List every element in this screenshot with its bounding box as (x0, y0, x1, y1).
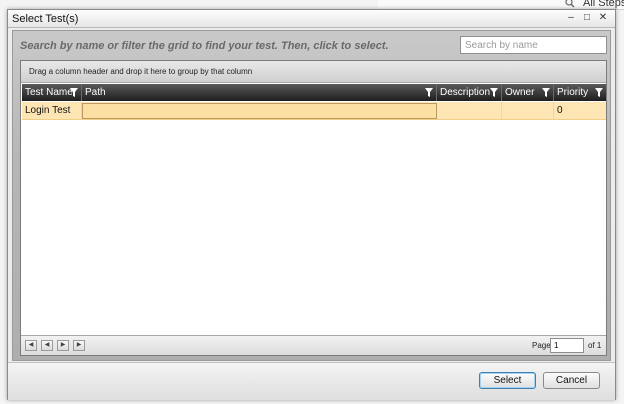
search-input[interactable] (460, 36, 607, 54)
last-page-button[interactable]: ▶ (73, 340, 85, 351)
cell-test-name[interactable]: Login Test (22, 102, 82, 120)
column-header-owner[interactable]: Owner (502, 84, 554, 101)
table-row[interactable]: Login Test 0 (22, 102, 606, 120)
filter-icon[interactable] (542, 88, 550, 97)
window-controls: – □ ✕ (565, 12, 609, 24)
dialog-title: Select Test(s) (12, 13, 79, 25)
filter-icon[interactable] (425, 88, 433, 97)
first-page-button[interactable]: ◀ (25, 340, 37, 351)
grid-pager: ◀ ◀ ▶ ▶ Page of 1 (21, 335, 606, 355)
column-header-test-name[interactable]: Test Name (22, 84, 82, 101)
filter-icon[interactable] (490, 88, 498, 97)
tests-grid: Drag a column header and drop it here to… (20, 60, 607, 356)
select-button[interactable]: Select (479, 372, 536, 389)
cell-owner[interactable] (502, 102, 554, 120)
all-steps-label[interactable]: All Steps (583, 0, 624, 9)
column-header-label: Path (85, 87, 106, 98)
close-icon[interactable]: ✕ (597, 12, 609, 24)
minimize-icon[interactable]: – (565, 12, 577, 24)
column-header-description[interactable]: Description (437, 84, 502, 101)
column-header-path[interactable]: Path (82, 84, 437, 101)
page-number-input[interactable] (550, 338, 584, 353)
cell-description[interactable] (437, 102, 502, 120)
cancel-button[interactable]: Cancel (543, 372, 600, 389)
search-icon (565, 0, 575, 8)
column-header-label: Priority (557, 87, 589, 98)
page-count-label: of 1 (588, 341, 602, 350)
group-by-panel[interactable]: Drag a column header and drop it here to… (21, 61, 606, 83)
previous-page-button[interactable]: ◀ (41, 340, 53, 351)
dialog-content: Search by name or filter the grid to fin… (12, 30, 611, 361)
select-tests-dialog: Select Test(s) – □ ✕ Search by name or f… (7, 9, 616, 400)
column-header-label: Owner (505, 87, 535, 98)
column-header-label: Description (440, 87, 491, 98)
column-header-label: Test Name (25, 87, 73, 98)
page-label: Page (532, 341, 551, 350)
next-page-button[interactable]: ▶ (57, 340, 69, 351)
filter-icon[interactable] (70, 88, 78, 97)
cell-path[interactable] (82, 103, 437, 119)
column-header-priority[interactable]: Priority (554, 84, 606, 101)
grid-header-row: Test Name Path Description Owner Priorit… (22, 84, 606, 101)
group-panel-text: Drag a column header and drop it here to… (29, 67, 253, 76)
dialog-footer: Select Cancel (8, 362, 615, 400)
maximize-icon[interactable]: □ (581, 12, 593, 24)
filter-icon[interactable] (595, 88, 603, 97)
cell-priority[interactable]: 0 (554, 102, 606, 120)
instruction-text: Search by name or filter the grid to fin… (20, 40, 389, 52)
dialog-titlebar[interactable]: Select Test(s) – □ ✕ (8, 10, 615, 28)
